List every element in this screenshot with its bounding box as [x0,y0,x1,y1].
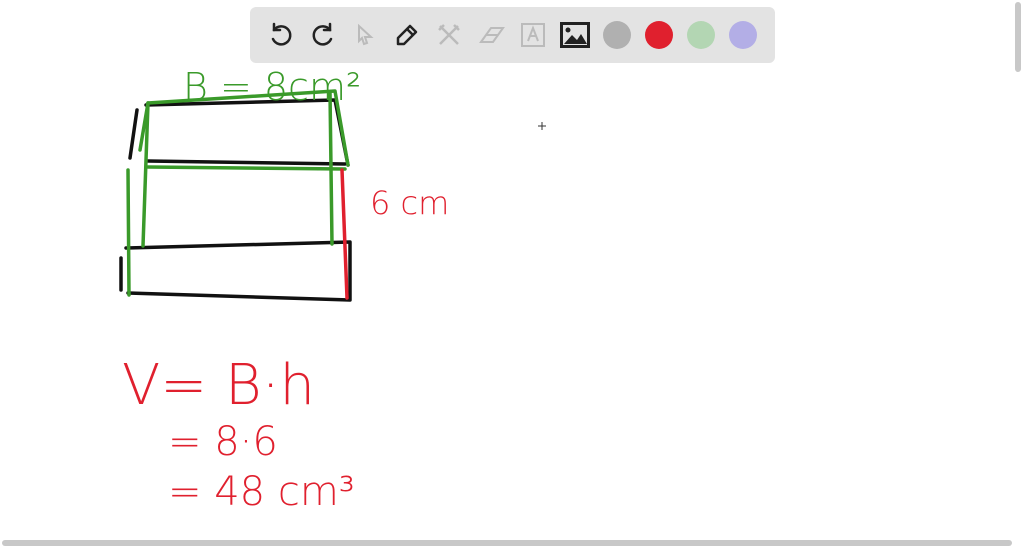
eraser-icon [479,27,505,43]
redo-button[interactable] [302,14,344,56]
select-button[interactable] [344,14,386,56]
formula-step1: = 8·6 [168,419,278,465]
color-red[interactable] [638,14,680,56]
prism-outline [119,98,352,302]
color-gray[interactable] [596,14,638,56]
tools-button[interactable] [428,14,470,56]
horizontal-scrollbar[interactable] [2,540,1012,546]
base-highlight [126,89,350,297]
formula-step2: = 48 cm³ [168,469,355,515]
color-green[interactable] [680,14,722,56]
vertical-scrollbar[interactable] [1015,2,1021,72]
text-icon [521,23,545,47]
base-label: B = 8cm² [183,65,361,109]
tools-icon [438,24,460,45]
select-icon [358,23,374,46]
color-purple[interactable] [722,14,764,56]
drawing-toolbar [250,7,775,63]
pen-button[interactable] [386,14,428,56]
height-label: 6 cm [370,184,449,222]
redo-icon [312,22,333,46]
cursor-crosshair [538,122,546,130]
image-button[interactable] [554,14,596,56]
image-icon [560,22,590,48]
undo-icon [271,22,292,46]
formula: V= B·h [122,353,315,418]
height-line [340,168,349,300]
pen-icon [396,24,418,46]
whiteboard-canvas[interactable]: B = 8cm² 6 cm V= B·h = 8·6 = 48 cm³ [0,0,1024,548]
text-button[interactable] [512,14,554,56]
undo-button[interactable] [260,14,302,56]
eraser-button[interactable] [470,14,512,56]
